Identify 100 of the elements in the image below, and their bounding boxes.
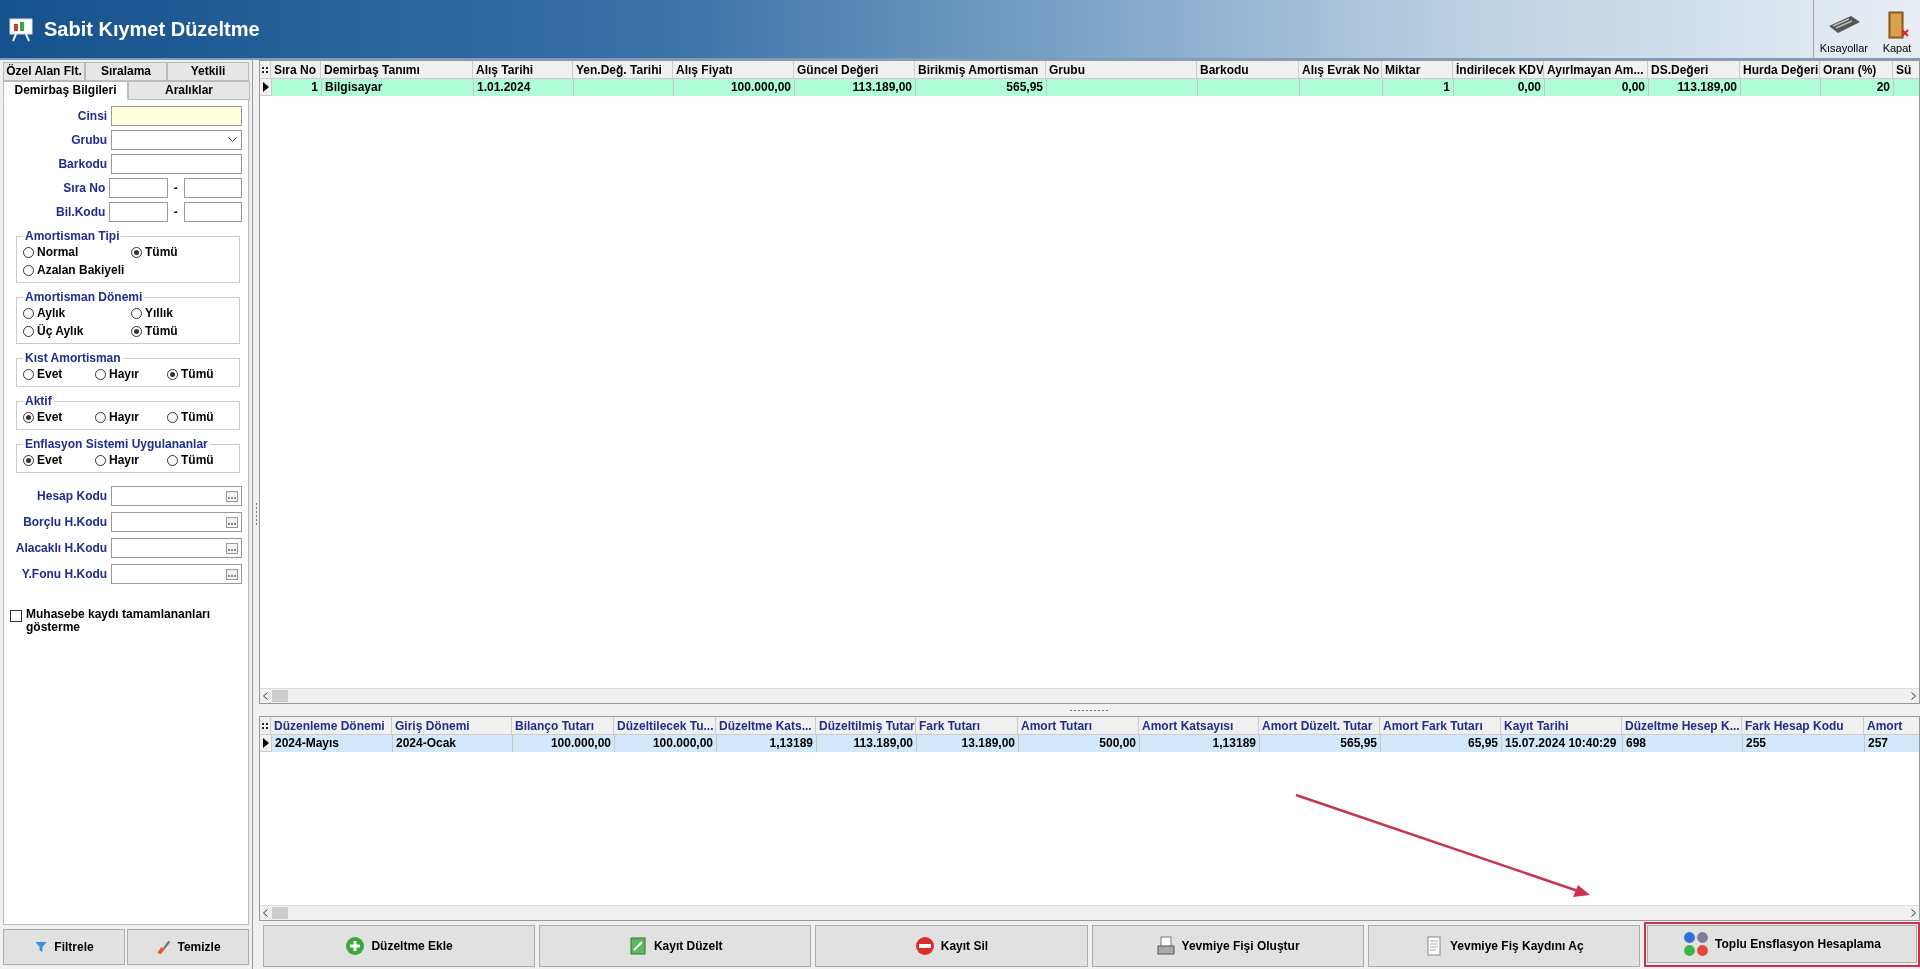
- input-field[interactable]: [111, 154, 242, 174]
- field-label: Sıra No: [62, 181, 106, 195]
- radio-option[interactable]: Azalan Bakiyeli: [23, 263, 131, 277]
- tab[interactable]: Aralıklar: [128, 81, 250, 100]
- radio-option[interactable]: Aylık: [23, 306, 131, 320]
- column-header[interactable]: Güncel Değeri: [794, 61, 915, 79]
- action-button[interactable]: Kayıt Düzelt: [539, 925, 812, 967]
- grip-dots-icon: [262, 65, 268, 74]
- splitter-handle-icon[interactable]: [1069, 708, 1110, 712]
- horizontal-scrollbar[interactable]: [260, 688, 1919, 703]
- radio-option[interactable]: Hayır: [95, 367, 167, 381]
- action-button[interactable]: Kayıt Sil: [815, 925, 1088, 967]
- column-header[interactable]: Düzenleme Dönemi: [271, 717, 392, 735]
- horizontal-scrollbar[interactable]: [260, 905, 1919, 920]
- radio-option[interactable]: Normal: [23, 245, 131, 259]
- panel-button[interactable]: Temizle: [127, 929, 249, 965]
- column-header[interactable]: Sıra No: [271, 61, 321, 79]
- radio-option[interactable]: Hayır: [95, 453, 167, 467]
- scroll-right-icon[interactable]: [1911, 909, 1916, 917]
- column-header[interactable]: Amort Katsayısı: [1139, 717, 1259, 735]
- radio-option[interactable]: Tümü: [131, 245, 233, 259]
- input-field[interactable]: [109, 178, 168, 198]
- column-header[interactable]: Fark Tutarı: [916, 717, 1018, 735]
- radio-option[interactable]: Tümü: [131, 324, 233, 338]
- table-cell: 1.01.2024: [474, 79, 574, 96]
- table-cell: 0,00: [1454, 79, 1545, 96]
- column-header[interactable]: Kayıt Tarihi: [1501, 717, 1622, 735]
- field-label: Y.Fonu H.Kodu: [20, 567, 108, 581]
- scroll-left-icon[interactable]: [263, 909, 268, 917]
- column-header[interactable]: Ayırlmayan Am...: [1544, 61, 1648, 79]
- radio-option[interactable]: Üç Aylık: [23, 324, 131, 338]
- column-header[interactable]: Alış Fiyatı: [673, 61, 794, 79]
- column-header[interactable]: Amort Düzelt. Tutar: [1259, 717, 1380, 735]
- table-cell: 500,00: [1019, 735, 1140, 752]
- table-cell: 255: [1743, 735, 1865, 752]
- dropdown-field[interactable]: [111, 130, 242, 150]
- input-field[interactable]: [111, 106, 242, 126]
- scroll-thumb[interactable]: [272, 907, 288, 919]
- column-header[interactable]: DS.Değeri: [1648, 61, 1740, 79]
- input-field[interactable]: [109, 202, 168, 222]
- column-header[interactable]: Sü: [1893, 61, 1919, 79]
- row-indicator[interactable]: [260, 79, 272, 96]
- column-header[interactable]: Fark Hesap Kodu: [1742, 717, 1864, 735]
- scroll-thumb[interactable]: [272, 690, 288, 702]
- tab[interactable]: Sıralama: [85, 62, 167, 81]
- tab[interactable]: Demirbaş Bilgileri: [3, 81, 128, 100]
- column-header[interactable]: Hurda Değeri: [1740, 61, 1820, 79]
- panel-button[interactable]: Filtrele: [3, 929, 125, 965]
- table-cell: 113.189,00: [795, 79, 916, 96]
- column-header[interactable]: Demirbaş Tanımı: [321, 61, 473, 79]
- column-header[interactable]: Amort Tutarı: [1018, 717, 1139, 735]
- radio-option[interactable]: Tümü: [167, 367, 233, 381]
- input-field[interactable]: [183, 202, 242, 222]
- splitter-handle-icon[interactable]: [254, 502, 258, 527]
- column-header[interactable]: Düzeltilmiş Tutar: [816, 717, 916, 735]
- minus-icon: [914, 936, 935, 956]
- tab[interactable]: Özel Alan Flt.: [3, 62, 85, 81]
- action-button[interactable]: Yevmiye Fiş Kaydını Aç: [1367, 925, 1640, 967]
- row-indicator[interactable]: [260, 735, 272, 752]
- table-cell: [1894, 79, 1919, 96]
- column-header[interactable]: Miktar: [1382, 61, 1453, 79]
- lookup-field[interactable]: [111, 512, 242, 532]
- column-header[interactable]: Amort Fark Tutarı: [1380, 717, 1501, 735]
- radio-option[interactable]: Evet: [23, 453, 95, 467]
- column-header[interactable]: Bilanço Tutarı: [512, 717, 614, 735]
- column-header[interactable]: Grubu: [1046, 61, 1197, 79]
- table-cell: 13.189,00: [917, 735, 1019, 752]
- input-field[interactable]: [183, 178, 242, 198]
- tab[interactable]: Yetkili: [167, 62, 249, 81]
- scroll-right-icon[interactable]: [1911, 692, 1916, 700]
- column-header[interactable]: Oranı (%): [1820, 61, 1893, 79]
- action-button[interactable]: Düzeltme Ekle: [263, 925, 536, 967]
- column-header[interactable]: Barkodu: [1197, 61, 1299, 79]
- action-button[interactable]: Toplu Ensflasyon Hesaplama: [1646, 925, 1918, 963]
- table-cell: 0,00: [1545, 79, 1649, 96]
- checkbox[interactable]: [10, 610, 22, 622]
- radio-option[interactable]: Evet: [23, 410, 95, 424]
- column-header[interactable]: Düzeltilecek Tu...: [614, 717, 716, 735]
- column-header[interactable]: Yen.Değ. Tarihi: [573, 61, 673, 79]
- column-header[interactable]: Amort: [1864, 717, 1919, 735]
- toolbar-button[interactable]: Kısayollar: [1813, 0, 1874, 58]
- column-header[interactable]: Düzeltme Hesep K...: [1622, 717, 1742, 735]
- lookup-field[interactable]: [111, 564, 242, 584]
- column-header[interactable]: Düzeltme Kats...: [716, 717, 816, 735]
- column-header[interactable]: Birikmiş Amortisman: [915, 61, 1046, 79]
- column-header[interactable]: Alış Tarihi: [473, 61, 573, 79]
- scroll-left-icon[interactable]: [263, 692, 268, 700]
- column-header[interactable]: Giriş Dönemi: [392, 717, 512, 735]
- toolbar-button[interactable]: Kapat: [1874, 0, 1920, 58]
- radio-option[interactable]: Hayır: [95, 410, 167, 424]
- radio-option[interactable]: Tümü: [167, 410, 233, 424]
- radio-option[interactable]: Yıllık: [131, 306, 233, 320]
- radio-option[interactable]: Tümü: [167, 453, 233, 467]
- ellipsis-icon: [226, 542, 238, 554]
- group-title: Amortisman Tipi: [23, 229, 122, 243]
- lookup-field[interactable]: [111, 538, 242, 558]
- radio-option[interactable]: Evet: [23, 367, 95, 381]
- action-button[interactable]: Yevmiye Fişi Oluştur: [1091, 925, 1364, 967]
- lookup-field[interactable]: [111, 486, 242, 506]
- column-header[interactable]: Alış Evrak No: [1299, 61, 1382, 79]
